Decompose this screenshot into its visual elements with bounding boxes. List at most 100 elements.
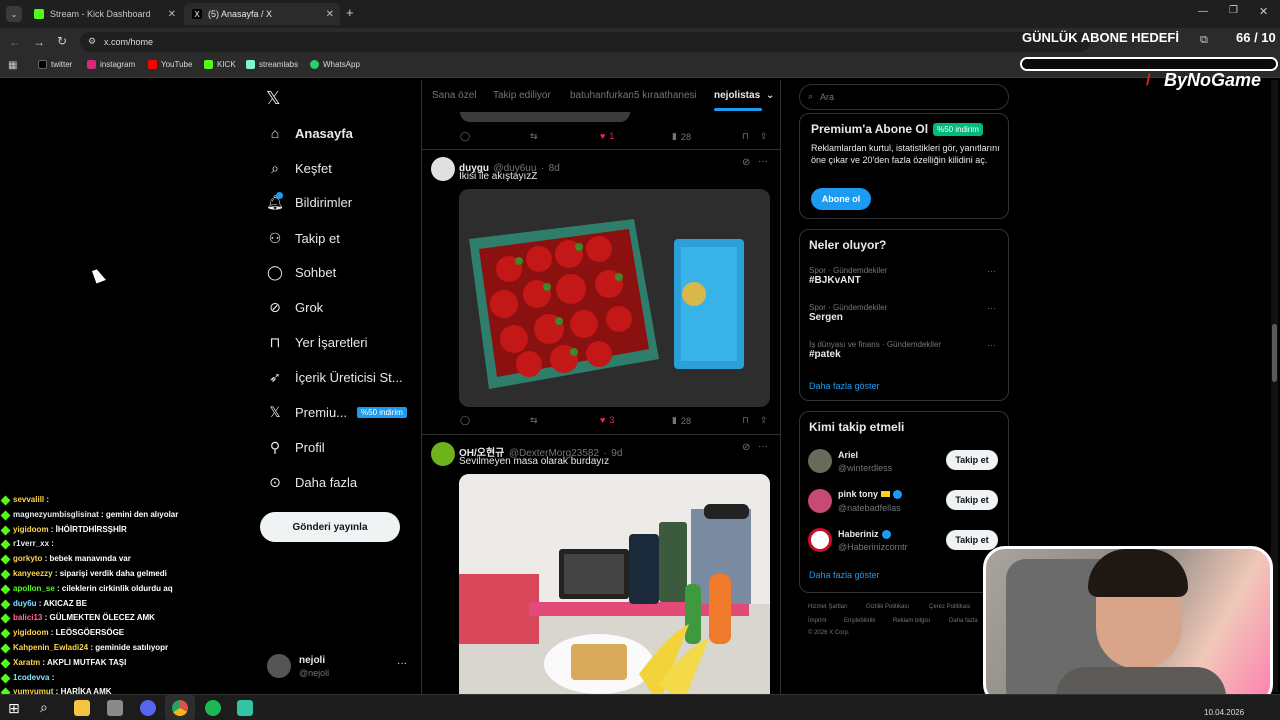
bookmark-icon[interactable]: ⊓ — [742, 415, 749, 426]
chat-username[interactable]: r1verr_xx — [13, 539, 49, 548]
bookmark-kick[interactable]: KICK — [204, 60, 236, 69]
retweet-icon[interactable]: ⇆ — [530, 415, 538, 426]
more-dots-icon[interactable]: ··· — [758, 156, 768, 167]
nav-explore[interactable]: ⌕ Keşfet — [267, 156, 332, 180]
apps-icon[interactable]: ▦ — [8, 60, 17, 71]
suggested-user-name[interactable]: pink tony — [838, 489, 878, 499]
like-button[interactable]: ♥ 3 — [600, 415, 614, 425]
suggested-user-name[interactable]: Ariel — [838, 450, 858, 460]
search-icon[interactable]: ⌕ — [40, 699, 48, 716]
windows-start-icon[interactable]: ⊞ — [8, 700, 20, 717]
follow-button[interactable]: Takip et — [946, 530, 998, 550]
tweet-time[interactable]: 8d — [549, 163, 560, 174]
chat-username[interactable]: magnezyumbisglisinat — [13, 510, 99, 519]
chat-username[interactable]: yigidoom — [13, 525, 49, 534]
bookmark-instagram[interactable]: instagram — [87, 60, 135, 69]
footer-link[interactable]: Hizmet Şartları — [808, 604, 848, 610]
follow-button[interactable]: Takip et — [946, 490, 998, 510]
share-icon[interactable]: ⇪ — [760, 415, 768, 426]
tab-nejolistas[interactable]: nejolistas ⌄ — [714, 90, 774, 101]
tab-search-button[interactable]: ⌄ — [6, 6, 22, 22]
nav-more[interactable]: ⊙ Daha fazla — [267, 470, 357, 494]
x-logo-icon[interactable]: 𝕏 — [266, 88, 281, 109]
address-bar[interactable]: ⚙ x.com/home — [80, 32, 1090, 52]
nav-bookmarks[interactable]: ⊓ Yer İşaretleri — [267, 330, 368, 354]
footer-link[interactable]: Daha fazla — [949, 618, 978, 624]
more-dots-icon[interactable]: ··· — [397, 658, 407, 669]
bookmark-whatsapp[interactable]: WhatsApp — [310, 60, 360, 69]
footer-link[interactable]: Erişilebilirlik — [844, 618, 875, 624]
chat-username[interactable]: kanyeezzy — [13, 569, 53, 578]
tab-x-home[interactable]: X (5) Anasayfa / X ✕ — [184, 3, 340, 25]
new-tab-button[interactable]: + — [346, 5, 354, 20]
chat-username[interactable]: 1codevva — [13, 673, 49, 682]
discord-icon[interactable] — [140, 700, 156, 716]
tab-kick-dashboard[interactable]: Stream - Kick Dashboard ✕ — [26, 3, 182, 25]
scrollbar-thumb[interactable] — [1272, 324, 1277, 382]
chat-username[interactable]: Xaratm — [13, 658, 40, 667]
nav-notifications[interactable]: 🔔︎ Bildirimler — [266, 190, 352, 214]
trend-item[interactable]: Spor · Gündemdekiler #BJKvANT ··· — [809, 266, 999, 296]
chat-username[interactable]: balici13 — [13, 613, 42, 622]
more-dots-icon[interactable]: ··· — [987, 340, 996, 350]
trend-item[interactable]: Spor · Gündemdekiler Sergen ··· — [809, 303, 999, 333]
grok-icon[interactable]: ⊘ — [742, 442, 750, 453]
retweet-icon[interactable]: ⇆ — [530, 131, 538, 142]
close-icon[interactable]: ✕ — [168, 9, 176, 20]
like-button[interactable]: ♥ 1 — [600, 131, 614, 141]
nav-grok[interactable]: ⊘ Grok — [267, 295, 323, 319]
footer-link[interactable]: Gizlilik Politikası — [866, 604, 909, 610]
nav-premium[interactable]: 𝕏 Premiu... %50 indirim — [267, 400, 407, 424]
footer-link[interactable]: İmprint — [808, 618, 826, 624]
trend-item[interactable]: İş dünyası ve finans · Gündemdekiler #pa… — [809, 340, 999, 370]
tab-for-you[interactable]: Sana özel — [432, 90, 476, 101]
close-icon[interactable]: ✕ — [326, 9, 334, 20]
bookmark-youtube[interactable]: YouTube — [148, 60, 192, 69]
tweet-image-strawberries[interactable] — [459, 189, 770, 407]
views-button[interactable]: ▮ 28 — [672, 415, 691, 426]
site-info-icon[interactable]: ⚙ — [88, 36, 96, 47]
chat-username[interactable]: yigidoom — [13, 628, 49, 637]
bookmark-icon[interactable]: ⊓ — [742, 131, 749, 142]
footer-link[interactable]: Reklam bilgisi — [893, 618, 930, 624]
restore-button[interactable]: ❐ — [1229, 5, 1238, 16]
tab-community[interactable]: batuhanfurkan5 kıraathanesi — [570, 90, 697, 101]
tweet-time[interactable]: 9d — [611, 448, 622, 459]
show-more-link[interactable]: Daha fazla göster — [809, 570, 880, 580]
nav-profile[interactable]: ⚲ Profil — [267, 435, 325, 459]
share-icon[interactable]: ⇪ — [760, 131, 768, 142]
app-icon[interactable] — [107, 700, 123, 716]
back-icon[interactable]: ← — [9, 35, 21, 49]
bookmark-streamlabs[interactable]: streamlabs — [246, 60, 298, 69]
account-switcher[interactable]: nejoli @nejoli ··· — [262, 650, 412, 684]
nav-creator-studio[interactable]: ➶ İçerik Üreticisi St... — [267, 365, 403, 389]
nav-chat[interactable]: ◯ Sohbet — [267, 260, 336, 284]
spotify-icon[interactable] — [205, 700, 221, 716]
follow-button[interactable]: Takip et — [946, 450, 998, 470]
chat-username[interactable]: gorkyto — [13, 554, 42, 563]
forward-icon[interactable]: → — [33, 35, 45, 49]
extensions-icon[interactable]: ⧉ — [1200, 34, 1208, 47]
nav-follow[interactable]: ⚇ Takip et — [267, 226, 340, 250]
views-button[interactable]: ▮ 28 — [672, 131, 691, 142]
chat-username[interactable]: sevvalill — [13, 495, 44, 504]
more-dots-icon[interactable]: ··· — [758, 441, 768, 452]
streamlabs-icon[interactable] — [237, 700, 253, 716]
suggested-user-name[interactable]: Haberiniz — [838, 529, 879, 539]
file-explorer-icon[interactable] — [74, 700, 90, 716]
footer-link[interactable]: Çerez Politikası — [929, 604, 971, 610]
grok-icon[interactable]: ⊘ — [742, 157, 750, 168]
nav-home[interactable]: ⌂ Anasayfa — [267, 121, 353, 145]
post-button[interactable]: Gönderi yayınla — [260, 512, 400, 542]
tweet-image-desk[interactable] — [459, 474, 770, 694]
reply-icon[interactable]: ◯ — [460, 415, 470, 426]
more-dots-icon[interactable]: ··· — [987, 266, 996, 276]
chat-username[interactable]: Kahpenin_Ewladi24 — [13, 643, 88, 652]
reload-icon[interactable]: ↻ — [57, 34, 67, 48]
tweet[interactable]: duygu @duy6uu · 8d ⊘ ··· İkisi ile akışt… — [422, 150, 780, 434]
minimize-button[interactable]: — — [1198, 6, 1208, 17]
tab-following[interactable]: Takip ediliyor — [493, 90, 551, 101]
chat-username[interactable]: apollon_se — [13, 584, 55, 593]
close-window-button[interactable]: ✕ — [1259, 5, 1268, 18]
tweet[interactable]: OH/오현규 @DexterMorg23582 · 9d ⊘ ··· Sevil… — [422, 435, 780, 694]
